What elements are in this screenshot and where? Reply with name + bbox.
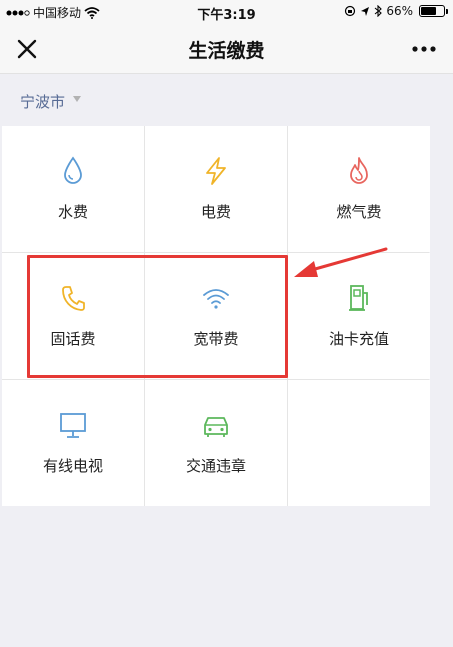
highlight-box xyxy=(27,255,288,378)
caret-down-icon xyxy=(73,96,81,102)
battery-fill xyxy=(421,7,436,15)
empty-cell xyxy=(288,380,430,506)
nav-bar: 生活缴费 xyxy=(0,24,453,74)
location-arrow-icon xyxy=(361,6,370,16)
service-water[interactable]: 水费 xyxy=(2,126,144,252)
battery-percent: 66% xyxy=(386,4,413,18)
status-right: 66% xyxy=(344,4,448,18)
service-label: 电费 xyxy=(200,203,231,221)
service-label: 油卡充值 xyxy=(328,330,389,348)
water-drop-icon xyxy=(64,156,82,184)
fuel-pump-icon xyxy=(349,285,368,311)
page-title: 生活缴费 xyxy=(188,40,265,62)
annotation-arrow xyxy=(294,247,388,277)
lightning-icon xyxy=(206,157,226,185)
bluetooth-icon xyxy=(374,5,383,17)
city-selector[interactable]: 宁波市 xyxy=(0,75,453,125)
service-gas[interactable]: 燃气费 xyxy=(288,126,430,252)
car-icon xyxy=(204,417,228,437)
service-label: 水费 xyxy=(57,203,88,221)
status-bar: 中国移动 下午3:19 66% xyxy=(0,0,453,24)
service-cable-tv[interactable]: 有线电视 xyxy=(2,380,144,506)
lock-rotation-icon xyxy=(345,5,356,17)
service-electricity[interactable]: 电费 xyxy=(145,126,287,252)
more-icon[interactable] xyxy=(409,36,439,62)
service-label: 有线电视 xyxy=(42,457,103,475)
tv-monitor-icon xyxy=(60,413,86,438)
service-label: 交通违章 xyxy=(185,457,246,475)
flame-icon xyxy=(350,157,368,184)
service-traffic-violation[interactable]: 交通违章 xyxy=(145,380,287,506)
battery-icon xyxy=(419,5,448,17)
city-label[interactable]: 宁波市 xyxy=(20,91,65,112)
service-label: 燃气费 xyxy=(336,203,382,221)
battery-tip xyxy=(446,9,448,14)
